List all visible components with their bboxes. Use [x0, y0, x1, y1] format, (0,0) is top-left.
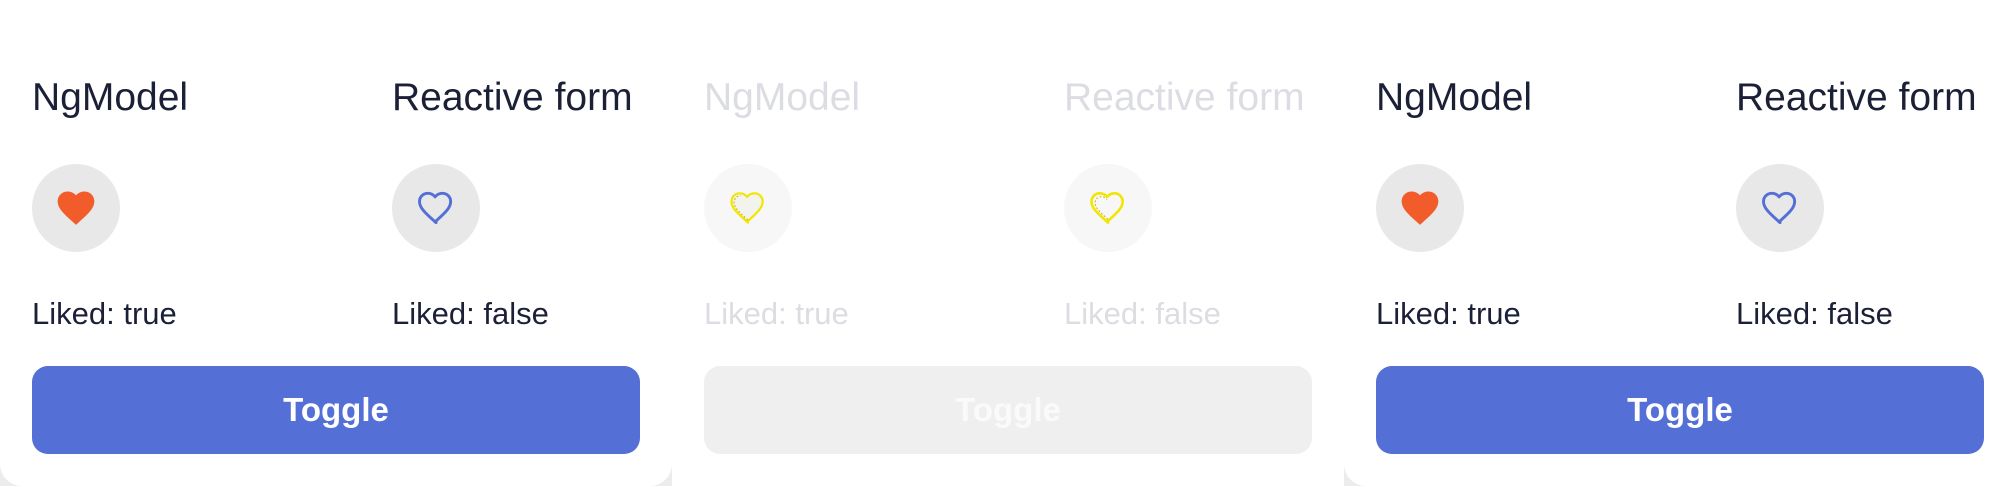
toggle-button[interactable]: Toggle	[32, 366, 640, 454]
ngmodel-title: NgModel	[704, 76, 861, 119]
examples-stage: NgModel Liked: true Reactive form Liked:…	[0, 0, 2016, 486]
reactive-form-like-button[interactable]	[392, 164, 480, 252]
reactive-form-liked-status: Liked: false	[392, 296, 549, 331]
ngmodel-title: NgModel	[32, 76, 189, 119]
heart-disabled-icon	[730, 192, 764, 224]
reactive-form-liked-status: Liked: false	[1736, 296, 1893, 331]
heart-outline-icon	[418, 191, 453, 225]
example-panel-enabled: NgModel Liked: true Reactive form Liked:…	[1344, 0, 2016, 486]
example-panel-enabled: NgModel Liked: true Reactive form Liked:…	[0, 0, 672, 486]
toggle-button[interactable]: Toggle	[1376, 366, 1984, 454]
heart-outline-icon	[1762, 191, 1797, 225]
ngmodel-like-button[interactable]	[32, 164, 120, 252]
heart-filled-icon	[1401, 191, 1439, 225]
ngmodel-like-button-disabled	[704, 164, 792, 252]
heart-disabled-icon	[1090, 192, 1124, 224]
heart-filled-icon	[57, 191, 95, 225]
reactive-form-title: Reactive form	[1736, 76, 1977, 119]
ngmodel-title: NgModel	[1376, 76, 1533, 119]
ngmodel-like-button[interactable]	[1376, 164, 1464, 252]
reactive-form-like-button[interactable]	[1736, 164, 1824, 252]
ngmodel-liked-status: Liked: true	[704, 296, 849, 331]
reactive-form-title: Reactive form	[1064, 76, 1305, 119]
ngmodel-liked-status: Liked: true	[1376, 296, 1521, 331]
reactive-form-liked-status: Liked: false	[1064, 296, 1221, 331]
reactive-form-title: Reactive form	[392, 76, 633, 119]
ngmodel-liked-status: Liked: true	[32, 296, 177, 331]
example-panel-disabled: NgModel Liked: true Reactive form Liked:…	[672, 0, 1344, 486]
toggle-button-disabled: Toggle	[704, 366, 1312, 454]
reactive-form-like-button-disabled	[1064, 164, 1152, 252]
